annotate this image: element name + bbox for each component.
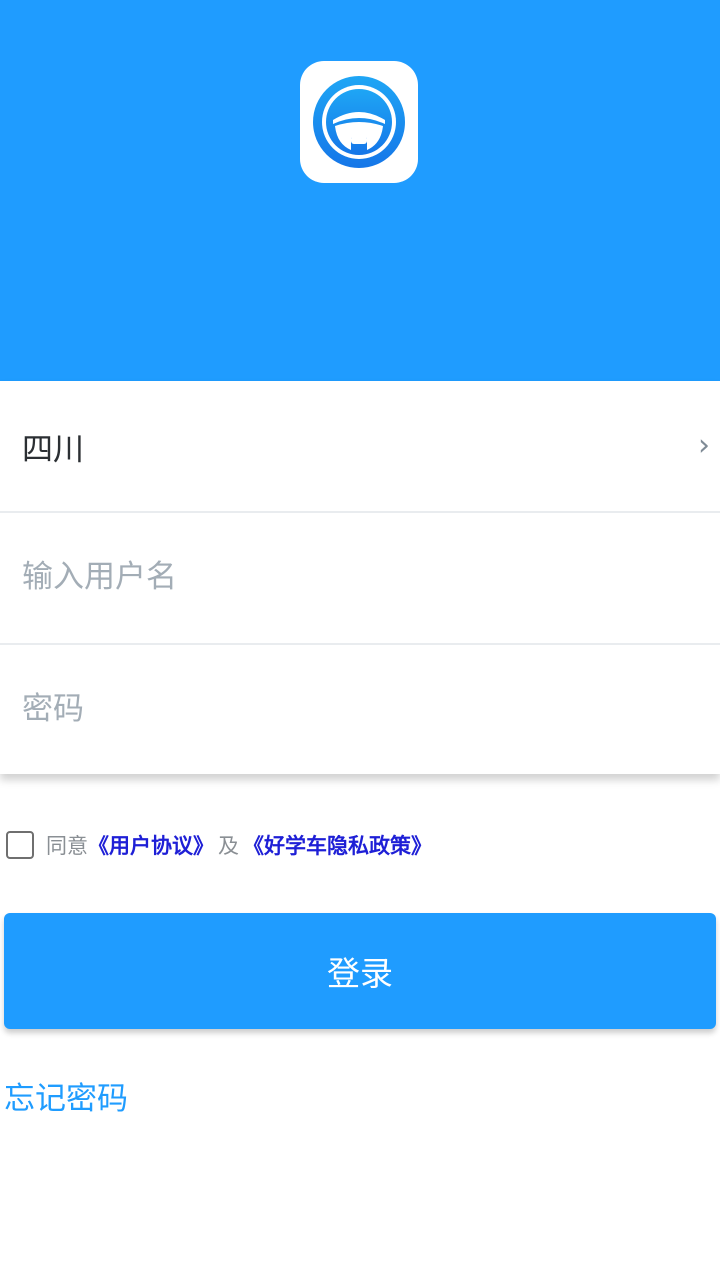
login-form: 四川 › <box>0 381 720 774</box>
username-row <box>0 512 720 642</box>
region-value: 四川 <box>22 431 84 468</box>
password-row <box>0 644 720 774</box>
agree-checkbox[interactable] <box>6 831 34 859</box>
username-input[interactable] <box>22 559 682 595</box>
forgot-password-link[interactable]: 忘记密码 <box>4 1073 128 1118</box>
app-logo <box>300 61 418 183</box>
login-button[interactable]: 登录 <box>4 913 716 1029</box>
privacy-policy-link[interactable]: 《好学车隐私政策》 <box>243 830 432 860</box>
chevron-right-icon: › <box>698 428 710 463</box>
agree-prefix: 同意 <box>46 834 88 858</box>
agreement-row: 同意 《用户协议》 及 《好学车隐私政策》 <box>6 829 432 861</box>
agree-conjunction: 及 <box>218 834 239 858</box>
region-selector[interactable]: 四川 › <box>0 381 720 511</box>
header-banner <box>0 0 720 381</box>
user-agreement-link[interactable]: 《用户协议》 <box>88 830 214 860</box>
password-input[interactable] <box>22 691 682 727</box>
steering-wheel-icon <box>313 76 405 168</box>
